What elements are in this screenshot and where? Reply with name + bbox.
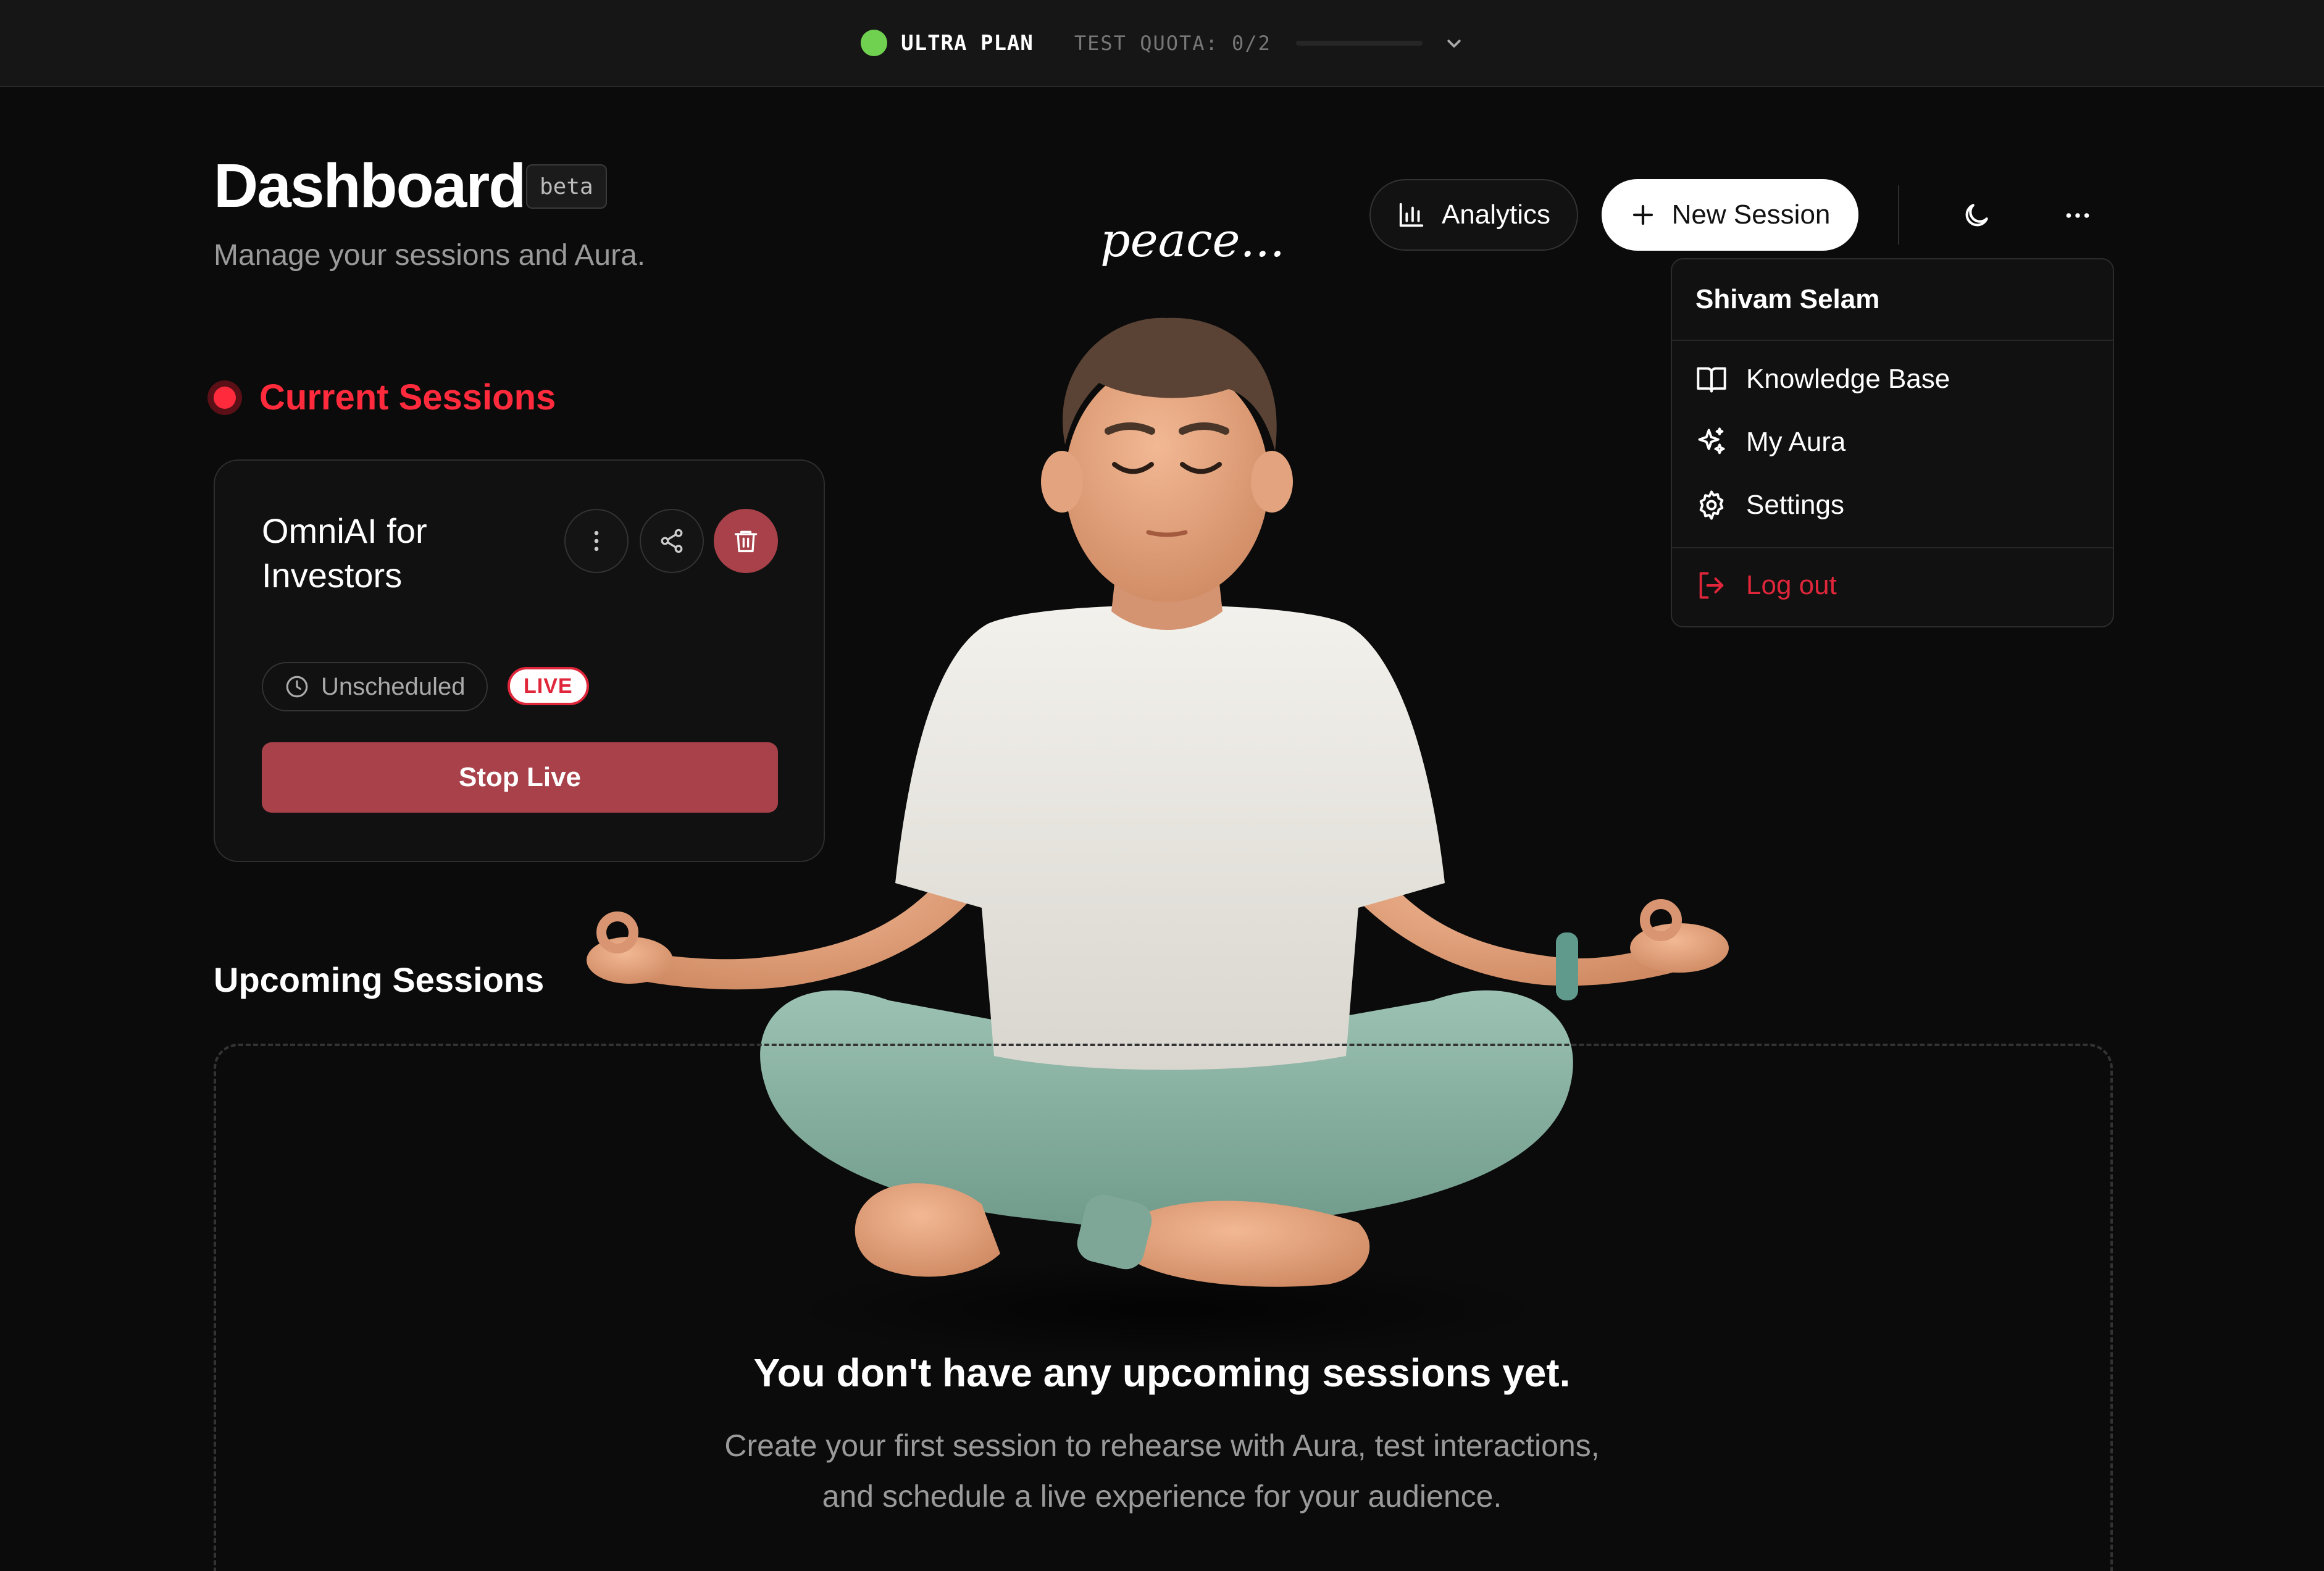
plan-label: ULTRA PLAN [901,30,1034,56]
quota-dropdown-toggle[interactable] [1445,34,1463,52]
share-icon [661,529,683,553]
analytics-button[interactable]: Analytics [1369,179,1578,251]
plus-icon [1632,204,1653,225]
clock-icon [286,676,308,698]
new-session-button-label: New Session [1671,199,1831,230]
top-bar: ULTRA PLAN TEST QUOTA: 0/2 [0,0,2324,87]
schedule-label: Unscheduled [321,672,466,700]
beta-badge: beta [526,164,607,209]
trash-icon [734,530,758,553]
quota-progress-bar [1295,40,1423,46]
session-share-button[interactable] [640,509,704,573]
session-card: OmniAI for Investors Unscheduled LIVE St… [214,459,825,862]
chevron-down-icon [1447,39,1461,48]
more-options-button[interactable] [2055,193,2100,238]
session-name: OmniAI for Investors [262,511,427,595]
empty-state-title: You don't have any upcoming sessions yet… [753,1351,1571,1395]
hero-caption: peace... [1100,212,1285,267]
live-record-icon [207,380,242,415]
analytics-button-label: Analytics [1441,199,1551,230]
plan-status-dot [861,30,888,56]
new-session-button[interactable]: New Session [1602,179,1858,251]
schedule-badge: Unscheduled [262,662,488,711]
bar-chart-icon [1399,203,1424,227]
page-title: Dashboard [214,151,526,220]
live-badge: LIVE [508,667,589,705]
session-delete-button[interactable] [714,509,778,573]
moon-icon [1965,204,1988,227]
empty-state-description: Create your first session to rehearse wi… [724,1428,1600,1514]
upcoming-sessions-title: Upcoming Sessions [214,960,545,999]
current-sessions-header: Current Sessions [207,377,556,418]
plan-indicator: ULTRA PLAN [861,30,1034,56]
page-subtitle: Manage your sessions and Aura. [214,239,646,272]
quota-label: TEST QUOTA: 0/2 [1074,31,1271,55]
header-divider [1898,185,1899,245]
theme-toggle-button[interactable] [1954,193,1999,238]
ellipsis-icon [2066,213,2089,218]
vertical-ellipsis-icon [594,530,599,551]
session-options-button[interactable] [564,509,629,573]
stop-live-button[interactable]: Stop Live [262,742,778,813]
current-sessions-title: Current Sessions [259,377,556,417]
